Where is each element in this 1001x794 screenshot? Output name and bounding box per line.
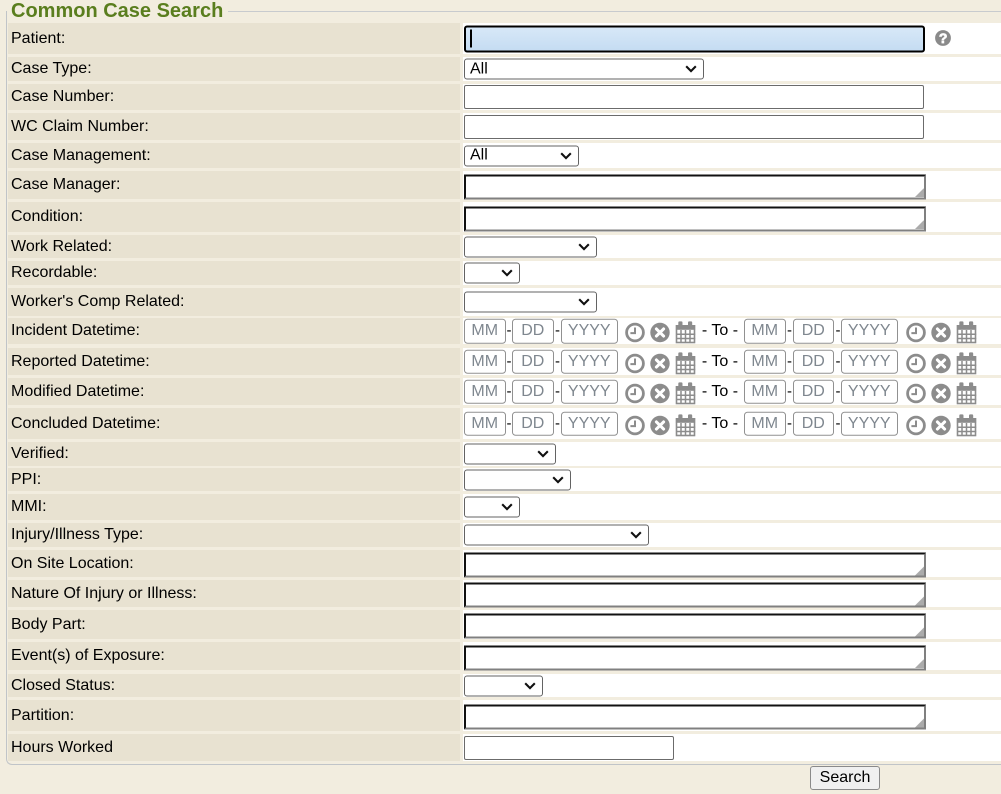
svg-text:?: ? (939, 30, 948, 46)
